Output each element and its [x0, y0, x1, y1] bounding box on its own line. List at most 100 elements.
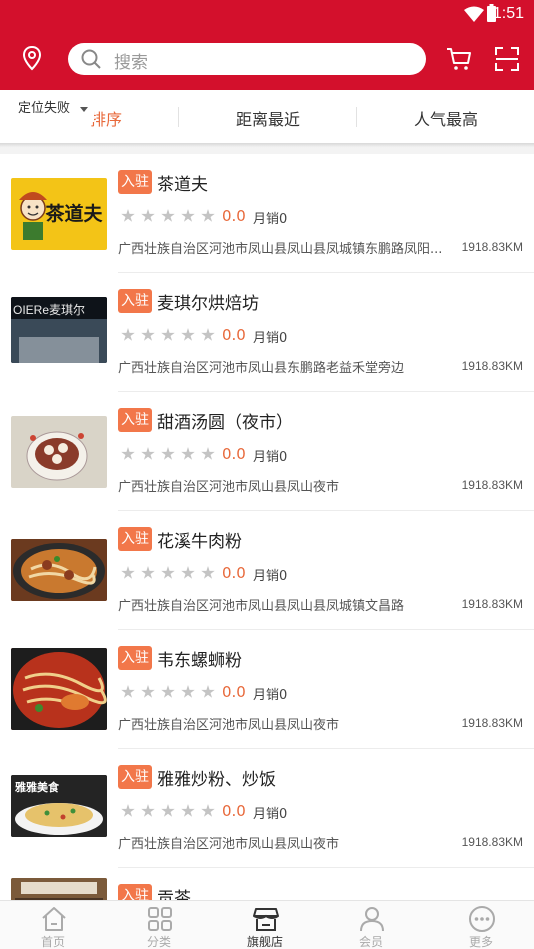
- tab-member[interactable]: 会员: [318, 901, 424, 949]
- scan-icon[interactable]: [494, 46, 520, 72]
- shop-list[interactable]: 茶道夫 入驻 茶道夫 0.0 月销0 广西壮族自治区河池市凤山县凤山县凤城镇东鹏…: [0, 154, 534, 900]
- shop-row[interactable]: 入驻 甜酒汤圆（夜市） 0.0 月销0 广西壮族自治区河池市凤山县凤山夜市 19…: [0, 392, 534, 511]
- category-icon: [148, 907, 172, 931]
- shop-distance: 1918.83KM: [461, 597, 523, 611]
- star-icon: [201, 209, 215, 222]
- section-divider: [0, 143, 534, 154]
- shop-badge: 入驻: [118, 765, 152, 789]
- tab-more[interactable]: 更多: [428, 901, 534, 949]
- star-icon: [181, 328, 195, 341]
- star-rating: [121, 684, 221, 700]
- member-icon: [360, 907, 384, 932]
- shop-name: 贡茶: [157, 889, 191, 900]
- shop-row[interactable]: 入驻 花溪牛肉粉 0.0 月销0 广西壮族自治区河池市凤山县凤山县凤城镇文昌路 …: [0, 511, 534, 630]
- star-icon: [141, 804, 155, 817]
- location-icon[interactable]: [18, 44, 46, 72]
- star-rating: [121, 208, 221, 224]
- home-icon: [42, 907, 66, 931]
- star-rating: [121, 565, 221, 581]
- filter-divider: [178, 107, 179, 127]
- star-icon: [121, 328, 135, 341]
- star-icon: [201, 804, 215, 817]
- shop-distance: 1918.83KM: [461, 359, 523, 373]
- star-rating: [121, 446, 221, 462]
- wifi-icon: [464, 6, 484, 22]
- filter-bar: 排序 距离最近 人气最高 定位失败: [0, 90, 534, 143]
- star-icon: [141, 566, 155, 579]
- shop-address: 广西壮族自治区河池市凤山县凤山县凤城镇东鹏路凤阳...: [118, 242, 443, 257]
- shop-rating: 0.0: [222, 445, 246, 463]
- thumb-sign: 雅雅美食: [15, 780, 60, 794]
- shop-distance: 1918.83KM: [461, 835, 523, 849]
- tab-flagship[interactable]: 旗舰店: [212, 901, 318, 949]
- shop-badge: 入驻: [118, 289, 152, 313]
- tab-category-label: 分类: [146, 935, 171, 949]
- star-icon: [181, 447, 195, 460]
- star-rating: [121, 327, 221, 343]
- star-icon: [161, 209, 175, 222]
- tab-flagship-label: 旗舰店: [246, 935, 283, 949]
- shop-row[interactable]: OIERe麦琪尔 入驻 麦琪尔烘焙坊 0.0 月销0 广西壮族自治区河池市凤山县…: [0, 273, 534, 392]
- shop-distance: 1918.83KM: [461, 240, 523, 254]
- star-icon: [121, 566, 135, 579]
- cart-icon[interactable]: [446, 46, 472, 72]
- search-icon: [81, 49, 101, 69]
- shop-rating: 0.0: [222, 683, 246, 701]
- shop-row[interactable]: 雅雅美食 入驻 雅雅炒粉、炒饭 0.0 月销0 广西壮族自治区河池市凤山县凤山夜…: [0, 749, 534, 868]
- shop-rating: 0.0: [222, 207, 246, 225]
- thumb-sign: 茶道夫: [45, 202, 103, 225]
- top-header: 搜索: [0, 30, 534, 90]
- tab-home-label: 首页: [40, 935, 65, 949]
- star-icon: [201, 447, 215, 460]
- shop-row[interactable]: 茶道夫 入驻 茶道夫 0.0 月销0 广西壮族自治区河池市凤山县凤山县凤城镇东鹏…: [0, 154, 534, 273]
- shop-sales: 月销0: [253, 569, 288, 584]
- store-icon: [253, 908, 279, 931]
- shop-badge: 入驻: [118, 884, 152, 900]
- filter-divider: [356, 107, 357, 127]
- shop-address: 广西壮族自治区河池市凤山县凤山夜市: [118, 837, 340, 852]
- star-icon: [161, 685, 175, 698]
- shop-name: 麦琪尔烘焙坊: [157, 294, 259, 314]
- star-icon: [161, 566, 175, 579]
- star-icon: [141, 209, 155, 222]
- star-icon: [181, 209, 195, 222]
- star-icon: [121, 447, 135, 460]
- shop-rating: 0.0: [222, 802, 246, 820]
- location-status: 定位失败: [18, 101, 71, 116]
- shop-name: 花溪牛肉粉: [157, 532, 242, 552]
- filter-popular[interactable]: 人气最高: [414, 106, 478, 130]
- dropdown-caret-icon: [80, 107, 88, 112]
- shop-row[interactable]: 入驻 贡茶: [0, 868, 534, 900]
- shop-rating: 0.0: [222, 326, 246, 344]
- search-bar[interactable]: 搜索: [68, 43, 426, 75]
- star-icon: [181, 685, 195, 698]
- shop-thumbnail: [11, 416, 107, 488]
- star-icon: [181, 566, 195, 579]
- search-input[interactable]: 搜索: [114, 48, 148, 73]
- star-icon: [201, 566, 215, 579]
- shop-distance: 1918.83KM: [461, 478, 523, 492]
- tab-home[interactable]: 首页: [0, 901, 106, 949]
- star-icon: [141, 328, 155, 341]
- shop-row[interactable]: 入驻 韦东螺蛳粉 0.0 月销0 广西壮族自治区河池市凤山县凤山夜市 1918.…: [0, 630, 534, 749]
- shop-address: 广西壮族自治区河池市凤山县凤山夜市: [118, 718, 340, 733]
- star-icon: [121, 209, 135, 222]
- shop-thumbnail: 雅雅美食: [11, 775, 107, 837]
- shop-address: 广西壮族自治区河池市凤山县东鹏路老益禾堂旁边: [118, 361, 405, 376]
- status-time: 1:51: [492, 5, 524, 22]
- shop-address: 广西壮族自治区河池市凤山县凤山县凤城镇文昌路: [118, 599, 405, 614]
- shop-name: 韦东螺蛳粉: [157, 651, 242, 671]
- star-icon: [161, 804, 175, 817]
- location-dropdown[interactable]: 定位失败: [10, 98, 94, 122]
- shop-thumbnail: 茶道夫: [11, 178, 107, 250]
- star-icon: [201, 685, 215, 698]
- star-rating: [121, 803, 221, 819]
- shop-thumbnail: [11, 648, 107, 730]
- filter-sort[interactable]: 排序: [90, 106, 122, 130]
- filter-nearest[interactable]: 距离最近: [236, 106, 300, 130]
- star-icon: [141, 447, 155, 460]
- shop-rating: 0.0: [222, 564, 246, 582]
- tab-category[interactable]: 分类: [106, 901, 212, 949]
- shop-address: 广西壮族自治区河池市凤山县凤山夜市: [118, 480, 340, 495]
- shop-thumbnail: OIERe麦琪尔: [11, 297, 107, 363]
